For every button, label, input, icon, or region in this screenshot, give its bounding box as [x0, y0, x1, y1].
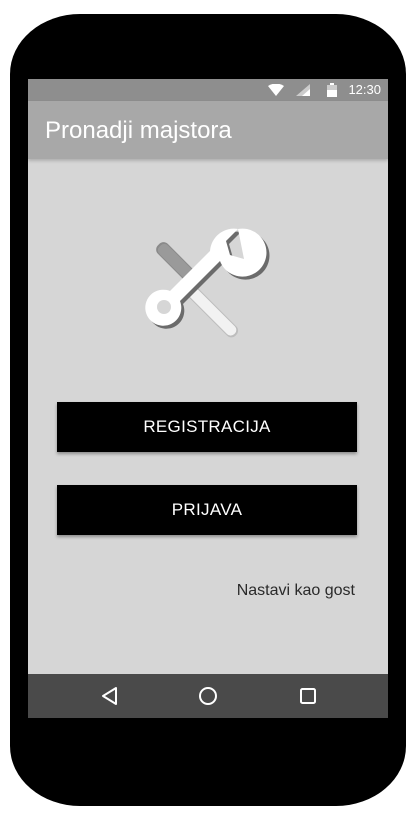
wifi-icon [268, 83, 284, 99]
tools-icon [140, 211, 280, 351]
recents-icon[interactable] [296, 684, 320, 708]
back-icon[interactable] [98, 684, 122, 708]
app-title: Pronadji majstora [45, 117, 232, 144]
app-screen: 12:30 Pronadji majstora REGISTRACIJA PRI [28, 79, 388, 718]
home-icon[interactable] [196, 684, 220, 708]
status-time: 12:30 [348, 82, 381, 97]
cell-signal-icon [296, 84, 310, 99]
battery-icon [327, 83, 337, 100]
login-button[interactable]: PRIJAVA [57, 485, 357, 535]
continue-as-guest-link[interactable]: Nastavi kao gost [237, 582, 355, 600]
status-bar: 12:30 [28, 79, 388, 101]
navigation-bar [28, 674, 388, 718]
register-button[interactable]: REGISTRACIJA [57, 402, 357, 452]
app-bar: Pronadji majstora [28, 101, 388, 159]
